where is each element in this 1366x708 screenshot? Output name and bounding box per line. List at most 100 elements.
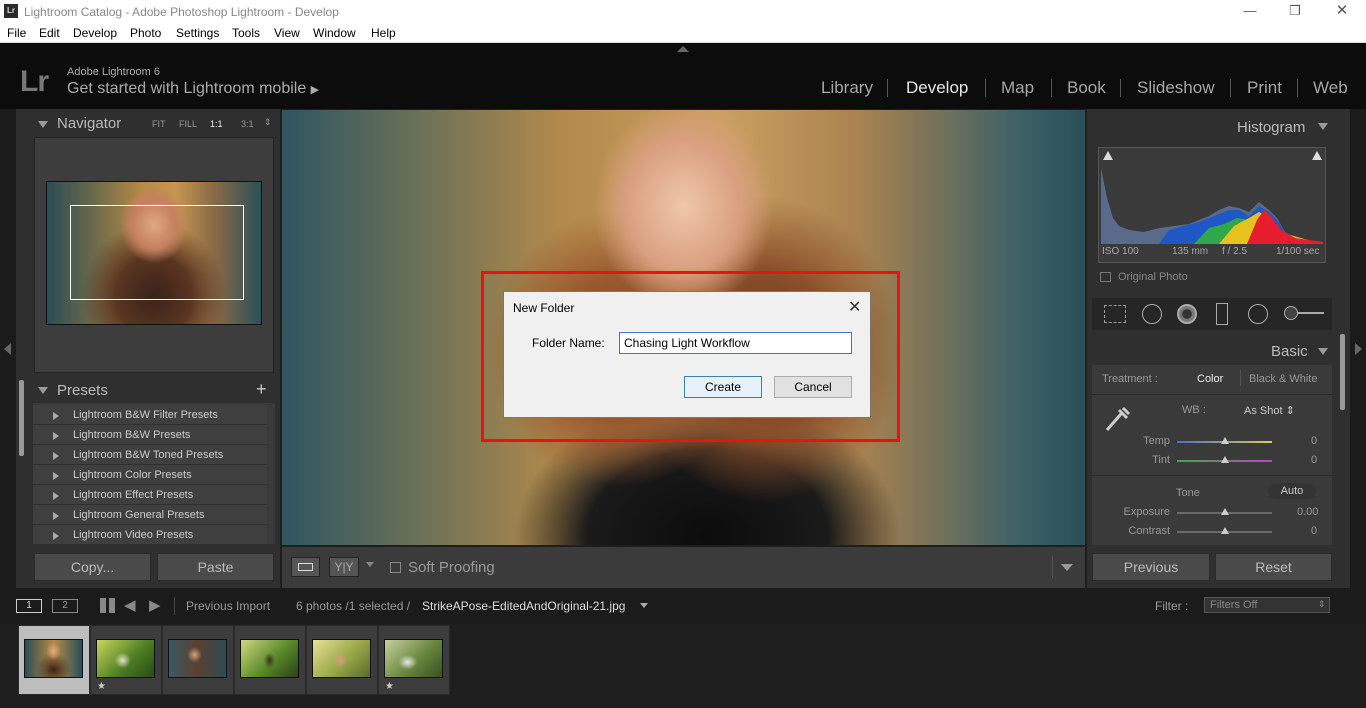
filmstrip-thumb[interactable] bbox=[18, 625, 90, 695]
contrast-value[interactable]: 0 bbox=[1311, 525, 1317, 537]
mobile-link[interactable]: Get started with Lightroom mobile ▶ bbox=[67, 80, 319, 98]
shadow-clipping-icon[interactable] bbox=[1103, 151, 1113, 160]
menu-settings[interactable]: Settings bbox=[176, 26, 219, 40]
mobile-link-label: Get started with Lightroom mobile bbox=[67, 80, 307, 97]
module-separator bbox=[1297, 79, 1298, 97]
preset-folder-label: Lightroom B&W Toned Presets bbox=[73, 449, 224, 461]
primary-window-button[interactable]: 1 bbox=[16, 599, 42, 613]
original-photo-checkbox[interactable] bbox=[1100, 272, 1111, 282]
module-web[interactable]: Web bbox=[1313, 78, 1348, 98]
zoom-stepper-icon[interactable]: ⇕ bbox=[264, 117, 272, 128]
collapse-right-icon[interactable] bbox=[1355, 343, 1362, 355]
menu-help[interactable]: Help bbox=[371, 26, 396, 40]
add-preset-icon[interactable]: + bbox=[256, 379, 267, 400]
graduated-filter-icon[interactable] bbox=[1216, 303, 1228, 325]
presets-header[interactable]: Presets + bbox=[34, 379, 276, 402]
exposure-value[interactable]: 0.00 bbox=[1297, 506, 1318, 518]
histogram-graph[interactable]: ISO 100 135 mm f / 2.5 1/100 sec bbox=[1098, 147, 1326, 263]
module-develop[interactable]: Develop bbox=[906, 78, 968, 98]
module-map[interactable]: Map bbox=[1001, 78, 1034, 98]
preset-folder[interactable]: Lightroom B&W Toned Presets bbox=[33, 445, 267, 465]
reset-button[interactable]: Reset bbox=[1215, 553, 1332, 581]
filmstrip-thumb[interactable] bbox=[162, 625, 234, 695]
filename-dropdown-icon[interactable] bbox=[640, 603, 648, 608]
thumb-image bbox=[24, 639, 83, 678]
crop-tool-icon[interactable] bbox=[1104, 305, 1126, 323]
red-eye-icon[interactable] bbox=[1177, 304, 1197, 324]
navigator-header[interactable]: Navigator FIT FILL 1:1 3:1 ⇕ bbox=[34, 113, 276, 135]
filmstrip-thumb[interactable] bbox=[234, 625, 306, 695]
lr-logo: Lr bbox=[20, 65, 49, 98]
back-arrow-icon[interactable]: ◀ bbox=[124, 596, 136, 614]
preset-folder[interactable]: Lightroom Color Presets bbox=[33, 465, 267, 485]
spot-removal-icon[interactable] bbox=[1142, 304, 1162, 324]
menu-view[interactable]: View bbox=[274, 26, 300, 40]
wb-label: WB : bbox=[1182, 404, 1206, 416]
filmstrip-thumb[interactable]: ★ bbox=[378, 625, 450, 695]
exposure-knob[interactable] bbox=[1221, 508, 1229, 515]
close-window-icon[interactable]: ✕ bbox=[1330, 3, 1354, 19]
selected-filename[interactable]: StrikeAPose-EditedAndOriginal-21.jpg bbox=[422, 599, 625, 613]
loupe-view-button[interactable] bbox=[291, 557, 320, 577]
preset-folder[interactable]: Lightroom General Presets bbox=[33, 505, 267, 525]
zoom-fit[interactable]: FIT bbox=[152, 119, 166, 129]
module-slideshow[interactable]: Slideshow bbox=[1137, 78, 1215, 98]
collapse-left-icon[interactable] bbox=[4, 343, 11, 355]
filmstrip-thumb[interactable] bbox=[306, 625, 378, 695]
left-panel-scrollbar[interactable] bbox=[19, 380, 24, 456]
navigator-zoom-frame[interactable] bbox=[70, 205, 244, 300]
highlight-annotation-box bbox=[481, 271, 900, 442]
menu-window[interactable]: Window bbox=[313, 26, 356, 40]
source-label[interactable]: Previous Import bbox=[186, 599, 270, 613]
soft-proofing-checkbox[interactable] bbox=[390, 562, 401, 573]
copy-button[interactable]: Copy... bbox=[34, 553, 151, 581]
zoom-1to1[interactable]: 1:1 bbox=[210, 119, 223, 129]
wb-eyedropper-icon[interactable] bbox=[1101, 400, 1135, 434]
module-library[interactable]: Library bbox=[821, 78, 873, 98]
zoom-fill[interactable]: FILL bbox=[179, 119, 197, 129]
tint-knob[interactable] bbox=[1221, 456, 1229, 463]
minimize-icon[interactable]: — bbox=[1238, 3, 1262, 19]
preset-folder[interactable]: Lightroom Video Presets bbox=[33, 525, 267, 545]
collapse-triangle-icon bbox=[1318, 123, 1328, 130]
before-after-dropdown-icon[interactable] bbox=[366, 562, 374, 567]
temp-knob[interactable] bbox=[1221, 437, 1229, 444]
histogram-header[interactable]: Histogram bbox=[1090, 113, 1333, 136]
collapse-triangle-icon bbox=[1318, 348, 1328, 355]
wb-select[interactable]: As Shot ⇕ bbox=[1244, 404, 1295, 417]
zoom-3to1[interactable]: 3:1 bbox=[241, 119, 254, 129]
secondary-window-button[interactable]: 2 bbox=[52, 599, 78, 613]
module-print[interactable]: Print bbox=[1247, 78, 1282, 98]
tint-value[interactable]: 0 bbox=[1311, 454, 1317, 466]
grid-view-icon[interactable] bbox=[100, 598, 115, 613]
module-book[interactable]: Book bbox=[1067, 78, 1106, 98]
forward-arrow-icon[interactable]: ▶ bbox=[149, 596, 161, 614]
right-panel-scrollbar[interactable] bbox=[1340, 334, 1345, 410]
menu-develop[interactable]: Develop bbox=[73, 26, 117, 40]
contrast-knob[interactable] bbox=[1221, 527, 1229, 534]
temp-value[interactable]: 0 bbox=[1311, 435, 1317, 447]
menu-edit[interactable]: Edit bbox=[39, 26, 60, 40]
menu-photo[interactable]: Photo bbox=[130, 26, 161, 40]
radial-filter-icon[interactable] bbox=[1248, 304, 1268, 324]
filter-select[interactable]: Filters Off ⇕ bbox=[1204, 597, 1330, 613]
preset-folder[interactable]: Lightroom B&W Filter Presets bbox=[33, 405, 267, 425]
previous-button[interactable]: Previous bbox=[1092, 553, 1210, 581]
collapse-top-icon[interactable] bbox=[677, 46, 689, 52]
menu-tools[interactable]: Tools bbox=[232, 26, 260, 40]
auto-tone-button[interactable]: Auto bbox=[1268, 483, 1316, 499]
toolbar-menu-icon[interactable] bbox=[1061, 564, 1073, 571]
left-edge-strip bbox=[0, 109, 16, 588]
paste-button[interactable]: Paste bbox=[157, 553, 274, 581]
before-after-icon[interactable]: Y|Y bbox=[329, 557, 359, 577]
preset-folder[interactable]: Lightroom Effect Presets bbox=[33, 485, 267, 505]
preset-folder[interactable]: Lightroom B&W Presets bbox=[33, 425, 267, 445]
basic-header[interactable]: Basic bbox=[1090, 340, 1333, 362]
filmstrip-thumb[interactable]: ★ bbox=[90, 625, 162, 695]
highlight-clipping-icon[interactable] bbox=[1312, 151, 1322, 160]
treatment-bw[interactable]: Black & White bbox=[1249, 373, 1317, 385]
treatment-color[interactable]: Color bbox=[1197, 373, 1223, 385]
preset-folder-label: Lightroom B&W Presets bbox=[73, 429, 191, 441]
restore-icon[interactable]: ❐ bbox=[1283, 3, 1307, 19]
menu-file[interactable]: File bbox=[7, 26, 26, 40]
